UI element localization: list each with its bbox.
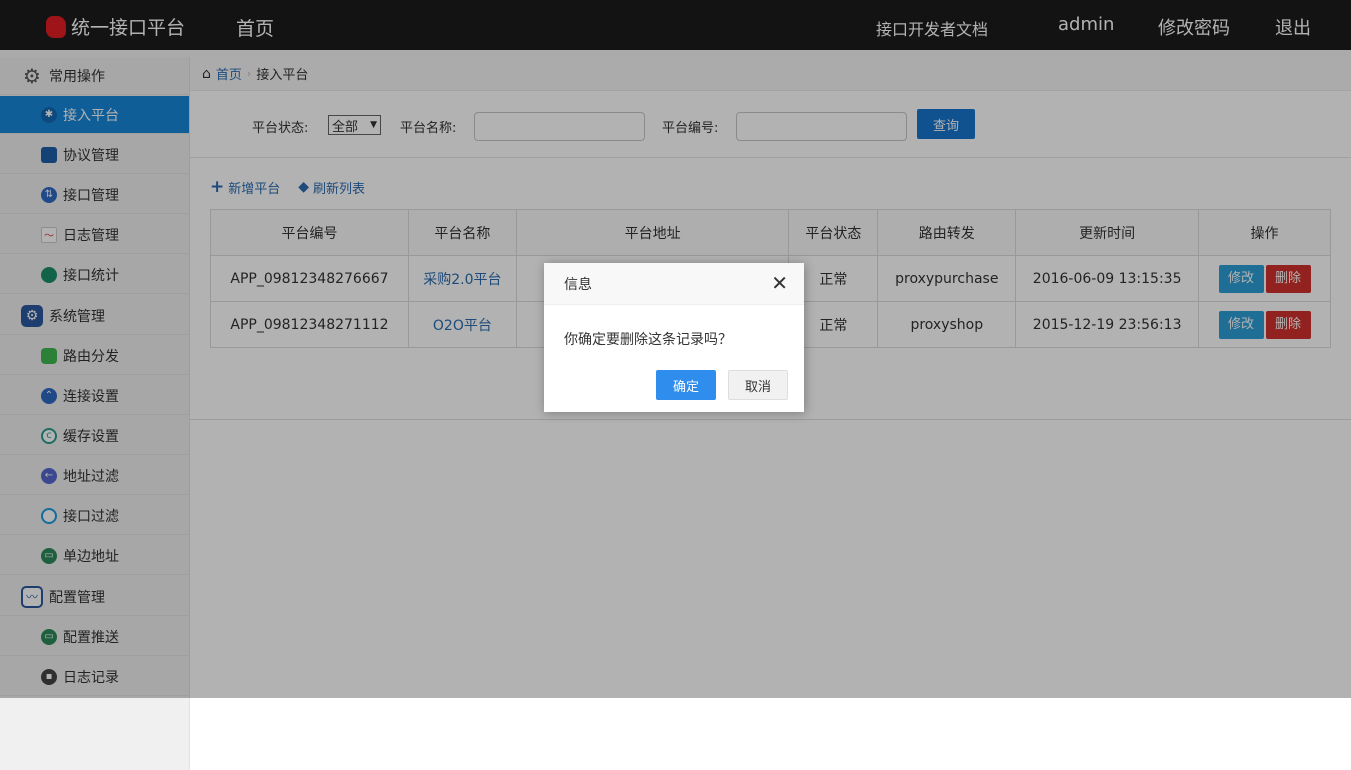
dialog-message: 你确定要删除这条记录吗？ [564, 332, 732, 348]
confirm-dialog: 信息 ✕ 你确定要删除这条记录吗？ 确定 取消 [544, 263, 804, 412]
dialog-header: 信息 ✕ [544, 263, 804, 305]
dialog-title: 信息 [564, 276, 592, 293]
close-icon[interactable]: ✕ [771, 273, 788, 293]
cancel-button[interactable]: 取消 [728, 370, 788, 400]
confirm-button[interactable]: 确定 [656, 370, 716, 400]
